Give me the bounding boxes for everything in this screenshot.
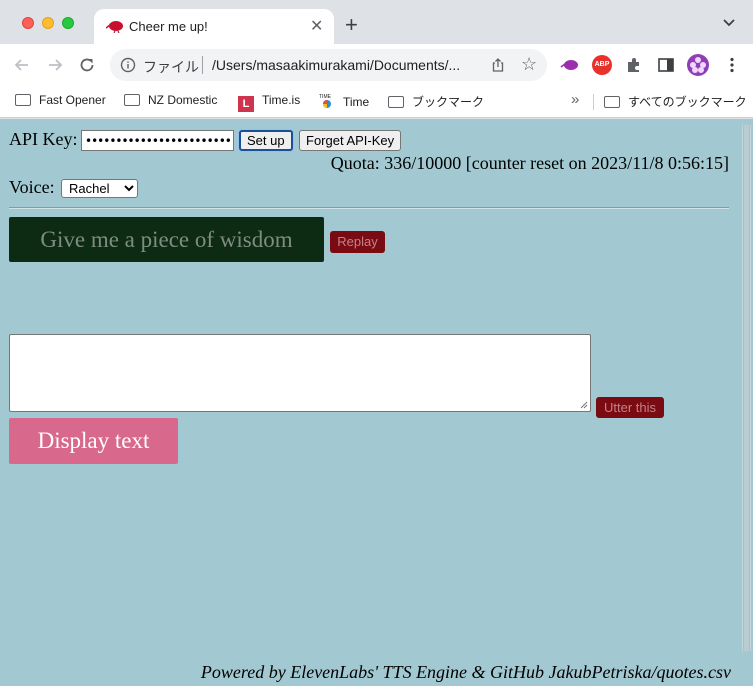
kiwi-bird-icon	[106, 21, 123, 33]
forget-api-key-button[interactable]: Forget API-Key	[299, 130, 402, 151]
folder-icon	[124, 94, 140, 106]
api-key-input[interactable]	[81, 130, 234, 151]
bookmark-star-icon[interactable]: ☆	[521, 55, 537, 73]
chevron-down-icon[interactable]	[721, 14, 737, 30]
bookmark-nz-domestic[interactable]: NZ Domestic	[124, 93, 217, 107]
forward-arrow-icon[interactable]	[45, 55, 65, 75]
bookmark-label: Fast Opener	[39, 93, 106, 107]
kiwi-extension-icon[interactable]	[560, 55, 580, 75]
extensions-puzzle-icon[interactable]	[624, 55, 644, 75]
bookmark-time[interactable]: TIME Time	[319, 93, 369, 109]
new-tab-button[interactable]: +	[345, 14, 358, 36]
bookmarks-bar: Fast Opener NZ Domestic L Time.is TIME Ti…	[0, 86, 753, 118]
info-icon[interactable]	[120, 57, 136, 73]
bookmark-all-bookmarks[interactable]: すべてのブックマーク	[604, 93, 747, 110]
profile-avatar-icon[interactable]	[687, 54, 709, 76]
bookmark-time-is[interactable]: L Time.is	[238, 93, 300, 112]
share-icon[interactable]	[490, 57, 506, 73]
adblock-plus-icon[interactable]: ABP	[592, 55, 612, 75]
bookmark-fast-opener[interactable]: Fast Opener	[15, 93, 106, 107]
active-tab[interactable]: Cheer me up! ✕	[94, 9, 334, 44]
folder-icon	[15, 94, 31, 106]
setup-button[interactable]: Set up	[239, 130, 293, 151]
bookmarks-divider	[593, 94, 594, 110]
bookmark-label: Time	[343, 95, 370, 109]
url-text[interactable]: /Users/masaakimurakami/Documents/...	[212, 57, 460, 73]
vertical-scrollbar[interactable]	[742, 123, 751, 653]
utter-this-button[interactable]: Utter this	[596, 397, 664, 418]
url-scheme-label: ファイル	[143, 59, 199, 75]
voice-label: Voice:	[9, 177, 55, 197]
svg-text:TIME: TIME	[319, 94, 332, 100]
omnibox-divider	[202, 56, 203, 74]
scrollbar-thumb[interactable]	[743, 123, 750, 653]
time-icon: TIME	[319, 94, 332, 108]
footer-credits: Powered by ElevenLabs' TTS Engine & GitH…	[200, 662, 731, 682]
page-content: API Key: Set up Forget API-Key Quota: 33…	[0, 119, 753, 686]
quota-status: Quota: 336/10000 [counter reset on 2023/…	[330, 153, 729, 173]
bookmarks-overflow-button[interactable]: »	[571, 91, 579, 108]
reload-icon[interactable]	[77, 55, 97, 75]
kebab-menu-icon[interactable]	[722, 55, 742, 75]
give-wisdom-button[interactable]: Give me a piece of wisdom	[9, 217, 324, 262]
browser-toolbar: ファイル /Users/masaakimurakami/Documents/..…	[0, 44, 753, 86]
close-window-button[interactable]	[22, 17, 34, 29]
resize-grip-icon[interactable]	[580, 401, 588, 409]
tab-strip: Cheer me up! ✕ +	[0, 0, 753, 44]
bookmark-bookmarks-folder[interactable]: ブックマーク	[388, 93, 484, 110]
back-arrow-icon[interactable]	[12, 55, 32, 75]
display-text-button[interactable]: Display text	[9, 418, 178, 464]
folder-icon	[604, 96, 620, 108]
replay-button[interactable]: Replay	[330, 231, 385, 253]
utterance-textarea[interactable]	[9, 334, 591, 412]
minimize-window-button[interactable]	[42, 17, 54, 29]
side-panel-icon[interactable]	[656, 55, 676, 75]
address-bar[interactable]: ファイル /Users/masaakimurakami/Documents/..…	[110, 49, 547, 81]
bookmark-label: すべてのブックマーク	[628, 95, 747, 109]
voice-select[interactable]: Rachel	[61, 179, 138, 198]
tab-close-icon[interactable]: ✕	[310, 16, 323, 36]
tab-title: Cheer me up!	[129, 19, 208, 34]
folder-icon	[388, 96, 404, 108]
bookmark-label: Time.is	[262, 93, 301, 107]
horizontal-divider	[9, 207, 729, 209]
api-key-label: API Key:	[9, 129, 78, 149]
time-is-icon: L	[238, 96, 254, 112]
bookmark-label: NZ Domestic	[148, 93, 218, 107]
zoom-window-button[interactable]	[62, 17, 74, 29]
bookmark-label: ブックマーク	[412, 95, 485, 109]
